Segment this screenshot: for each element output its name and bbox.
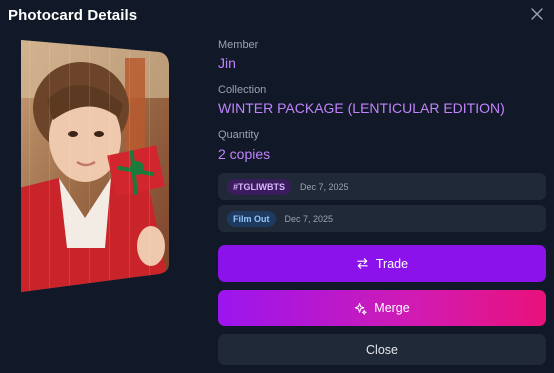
trade-button[interactable]: Trade xyxy=(218,245,546,282)
collection-value: WINTER PACKAGE (LENTICULAR EDITION) xyxy=(218,100,505,116)
copy-date: Dec 7, 2025 xyxy=(300,181,349,192)
copy-tag: #TGLIWBTS xyxy=(227,178,291,195)
close-label: Close xyxy=(366,342,398,357)
merge-label: Merge xyxy=(374,301,410,315)
sparkles-icon xyxy=(354,302,367,315)
close-icon[interactable] xyxy=(530,7,544,21)
quantity-label: Quantity xyxy=(218,129,259,141)
quantity-value: 2 copies xyxy=(218,146,271,162)
member-label: Member xyxy=(218,39,259,51)
copy-tag: Film Out xyxy=(227,210,276,227)
copy-row[interactable]: #TGLIWBTS Dec 7, 2025 xyxy=(218,173,546,200)
copy-row[interactable]: Film Out Dec 7, 2025 xyxy=(218,205,546,232)
swap-arrows-icon xyxy=(356,257,369,270)
dialog-title: Photocard Details xyxy=(8,7,138,24)
close-button[interactable]: Close xyxy=(218,334,546,365)
photocard-image xyxy=(19,38,171,294)
photocard-details-dialog: Photocard Details Member Jin Collection … xyxy=(0,0,554,373)
merge-button[interactable]: Merge xyxy=(218,290,546,326)
trade-label: Trade xyxy=(375,256,409,271)
collection-label: Collection xyxy=(218,84,267,96)
member-value: Jin xyxy=(218,55,236,71)
copy-date: Dec 7, 2025 xyxy=(284,213,334,224)
